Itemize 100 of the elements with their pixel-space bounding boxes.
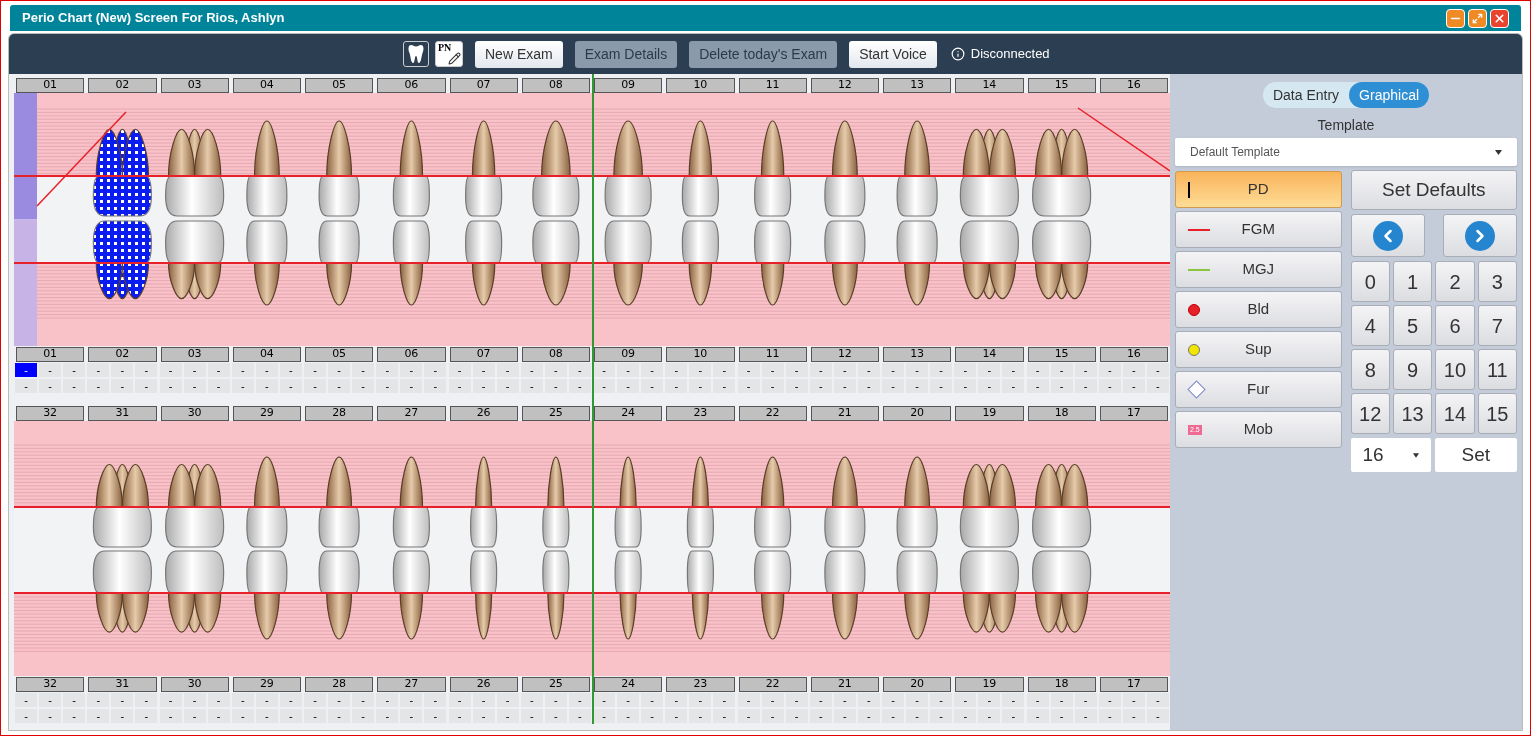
measurement-cell[interactable]: -	[376, 363, 399, 377]
keypad-key[interactable]: 10	[1435, 349, 1475, 390]
keypad-key[interactable]: 5	[1392, 305, 1433, 346]
measurement-cell[interactable]: -	[544, 693, 567, 707]
measurement-cell[interactable]: -	[39, 693, 62, 707]
measurement-cell[interactable]: -	[472, 379, 495, 393]
tooth-number[interactable]: 07	[449, 78, 518, 93]
tooth-number[interactable]: 22	[738, 677, 807, 692]
measurement-cell[interactable]: -	[63, 379, 86, 393]
tooth-drawing[interactable]	[392, 120, 430, 217]
tooth-number[interactable]: 31	[88, 677, 157, 692]
measurement-cell[interactable]: -	[279, 363, 302, 377]
tooth-number[interactable]: 13	[883, 78, 952, 93]
measurement-cell[interactable]: -	[737, 363, 760, 377]
tooth-drawing[interactable]	[92, 463, 152, 548]
tooth-number[interactable]: 26	[449, 406, 518, 421]
set-defaults-button[interactable]: Set Defaults	[1350, 170, 1517, 210]
measurement-cell[interactable]: -	[544, 363, 567, 377]
tooth-drawing[interactable]	[896, 550, 938, 640]
measurement-cell[interactable]: -	[304, 379, 327, 393]
tooth-number[interactable]: 22	[738, 406, 807, 421]
measurement-cell[interactable]: -	[882, 709, 905, 723]
tooth-number[interactable]: 23	[666, 677, 735, 692]
tooth-drawing[interactable]	[465, 220, 503, 306]
tooth-number[interactable]: 32	[16, 406, 85, 421]
tooth-drawing[interactable]	[392, 550, 430, 640]
tooth-number[interactable]: 19	[955, 677, 1024, 692]
measurement-cell[interactable]: -	[665, 693, 688, 707]
measurement-cell[interactable]: -	[1074, 693, 1097, 707]
tooth-number[interactable]: 09	[594, 347, 663, 362]
measurement-cell[interactable]: -	[207, 379, 230, 393]
measurement-cell[interactable]: -	[1002, 693, 1025, 707]
tooth-number[interactable]: 27	[377, 406, 446, 421]
keypad-key[interactable]: 7	[1477, 305, 1517, 346]
tooth-number[interactable]: 19	[955, 406, 1024, 421]
tool-button[interactable]: PD	[1175, 171, 1342, 208]
measurement-cell[interactable]: -	[641, 709, 664, 723]
keypad-key[interactable]: 0	[1350, 261, 1390, 302]
tooth-number[interactable]: 10	[666, 347, 735, 362]
toolbar-button[interactable]: New Exam	[475, 40, 563, 68]
tooth-drawing[interactable]	[604, 120, 652, 217]
measurement-cell[interactable]: -	[183, 379, 206, 393]
measurement-cell[interactable]: -	[785, 693, 808, 707]
tooth-button[interactable]	[403, 41, 429, 67]
measurement-cell[interactable]: -	[785, 363, 808, 377]
measurement-cell[interactable]: -	[376, 709, 399, 723]
tooth-number[interactable]: 16	[1099, 78, 1168, 93]
tooth-number[interactable]: 02	[88, 347, 157, 362]
tool-button[interactable]: MGJ	[1175, 251, 1342, 288]
measurement-cell[interactable]: -	[352, 693, 375, 707]
measurement-cell[interactable]: -	[809, 693, 832, 707]
tooth-number[interactable]: 17	[1099, 406, 1168, 421]
measurement-cell[interactable]: -	[1122, 363, 1145, 377]
measurement-cell[interactable]: -	[159, 379, 182, 393]
measurement-cell[interactable]: -	[135, 709, 158, 723]
measurement-cell[interactable]: -	[1146, 709, 1169, 723]
tooth-number[interactable]: 24	[594, 677, 663, 692]
tooth-drawing[interactable]	[165, 550, 225, 633]
tooth-drawing[interactable]	[959, 463, 1019, 548]
keypad-key[interactable]: 8	[1350, 349, 1390, 390]
measurement-cell[interactable]: -	[809, 709, 832, 723]
measurement-cell[interactable]: -	[906, 693, 929, 707]
measurement-cell[interactable]: -	[617, 693, 640, 707]
tooth-drawing[interactable]	[165, 463, 225, 548]
keypad-key[interactable]: 14	[1435, 393, 1475, 434]
tooth-number[interactable]: 30	[160, 677, 229, 692]
measurement-cell[interactable]: -	[496, 379, 519, 393]
measurement-cell[interactable]: -	[111, 709, 134, 723]
measurement-cell[interactable]: -	[1026, 709, 1049, 723]
measurement-cell[interactable]: -	[1146, 363, 1169, 377]
measurement-cell[interactable]: -	[857, 709, 880, 723]
toolbar-button[interactable]: Start Voice	[849, 40, 937, 68]
measurement-cell[interactable]: -	[1050, 693, 1073, 707]
tooth-number[interactable]: 31	[88, 406, 157, 421]
measurement-cell[interactable]: -	[978, 709, 1001, 723]
measurement-cell[interactable]: -	[63, 709, 86, 723]
tooth-drawing[interactable]	[754, 550, 792, 640]
measurement-cell[interactable]: -	[496, 709, 519, 723]
tooth-number[interactable]: 16	[1099, 347, 1168, 362]
tooth-drawing[interactable]	[542, 456, 570, 548]
measurement-cell[interactable]: -	[906, 379, 929, 393]
measurement-cell[interactable]: -	[1122, 709, 1145, 723]
measurement-cell[interactable]: -	[231, 363, 254, 377]
tooth-number[interactable]: 18	[1027, 406, 1096, 421]
measurement-cell[interactable]: -	[183, 709, 206, 723]
measurement-cell[interactable]: -	[1098, 709, 1121, 723]
measurement-cell[interactable]: -	[520, 693, 543, 707]
keypad-key[interactable]: 3	[1477, 261, 1517, 302]
view-toggle-option[interactable]: Graphical	[1349, 82, 1430, 108]
measurement-cell[interactable]: -	[159, 693, 182, 707]
measurement-cell[interactable]: -	[857, 363, 880, 377]
measurement-cell[interactable]: -	[135, 379, 158, 393]
tooth-number[interactable]: 01	[16, 347, 85, 362]
tooth-drawing[interactable]	[681, 220, 719, 306]
measurement-cell[interactable]: -	[713, 379, 736, 393]
tooth-drawing[interactable]	[532, 120, 580, 217]
measurement-cell[interactable]: -	[1002, 709, 1025, 723]
measurement-cell[interactable]: -	[400, 709, 423, 723]
tooth-drawing[interactable]	[246, 220, 288, 306]
measurement-cell[interactable]: -	[978, 379, 1001, 393]
